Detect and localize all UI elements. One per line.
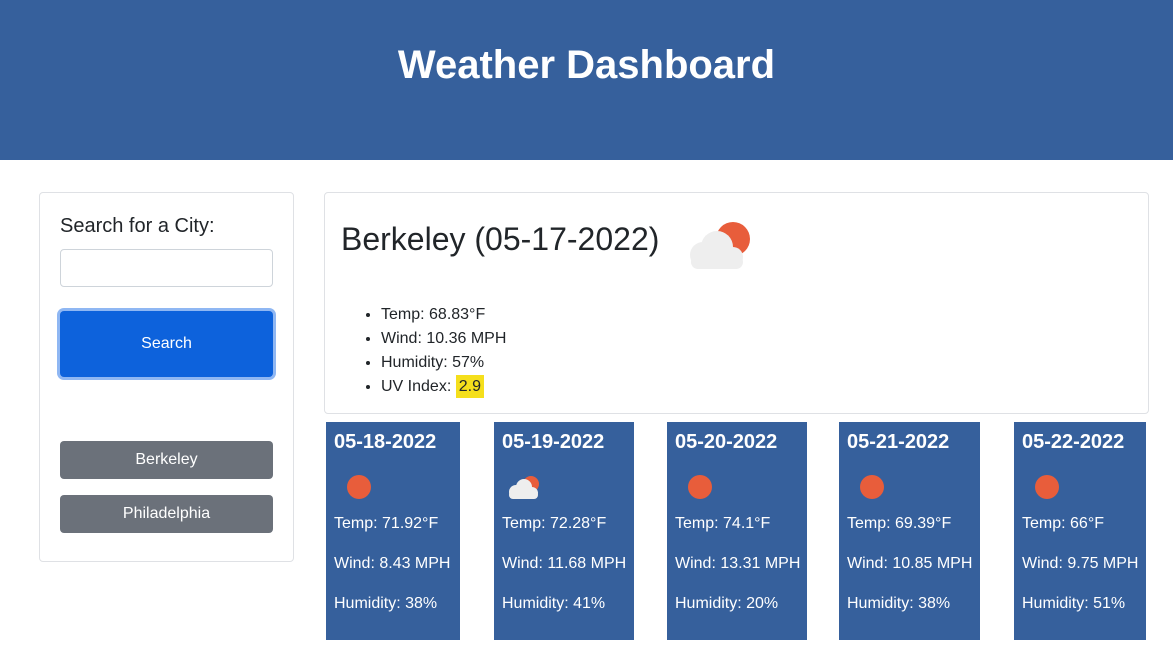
forecast-temp: Temp: 74.1°F — [675, 515, 771, 532]
sun-icon — [688, 475, 712, 499]
forecast-card: 05-18-2022 Temp: 71.92°F Wind: 8.43 MPH … — [326, 422, 460, 640]
forecast-temp: Temp: 69.39°F — [847, 515, 952, 532]
forecast-humidity: Humidity: 41% — [502, 595, 606, 612]
uv-label: UV Index: — [381, 378, 452, 395]
forecast-date: 05-18-2022 — [334, 431, 437, 453]
sun-icon — [860, 475, 884, 499]
current-humidity: Humidity: 57% — [381, 351, 506, 375]
forecast-wind: Wind: 9.75 MPH — [1022, 555, 1139, 572]
current-weather-card: Berkeley (05-17-2022) Temp: 68.83°F Wind… — [324, 192, 1149, 414]
search-panel: Search for a City: Search Berkeley Phila… — [39, 192, 294, 562]
forecast-temp: Temp: 71.92°F — [334, 515, 439, 532]
current-temp: Temp: 68.83°F — [381, 303, 506, 327]
sun-icon — [1035, 475, 1059, 499]
forecast-card: 05-22-2022 Temp: 66°F Wind: 9.75 MPH Hum… — [1014, 422, 1146, 640]
forecast-card: 05-19-2022 Temp: 72.28°F Wind: 11.68 MPH… — [494, 422, 634, 640]
uv-index-badge: 2.9 — [455, 375, 484, 398]
sun-icon — [347, 475, 371, 499]
forecast-date: 05-19-2022 — [502, 431, 605, 453]
forecast-wind: Wind: 10.85 MPH — [847, 555, 973, 572]
city-search-input[interactable] — [60, 249, 273, 287]
forecast-card: 05-20-2022 Temp: 74.1°F Wind: 13.31 MPH … — [667, 422, 807, 640]
search-button[interactable]: Search — [60, 311, 273, 377]
forecast-date: 05-20-2022 — [675, 431, 778, 453]
forecast-temp: Temp: 72.28°F — [502, 515, 607, 532]
current-uv: UV Index: 2.9 — [381, 375, 506, 399]
current-wind: Wind: 10.36 MPH — [381, 327, 506, 351]
page-title: Weather Dashboard — [397, 43, 776, 87]
current-city-title: Berkeley (05-17-2022) — [341, 221, 660, 257]
history-button-philadelphia[interactable]: Philadelphia — [60, 495, 273, 533]
forecast-date: 05-21-2022 — [847, 431, 950, 453]
forecast-wind: Wind: 13.31 MPH — [675, 555, 801, 572]
forecast-humidity: Humidity: 38% — [334, 595, 438, 612]
page-header: Weather Dashboard — [0, 0, 1173, 160]
forecast-humidity: Humidity: 20% — [675, 595, 779, 612]
forecast-date: 05-22-2022 — [1022, 431, 1125, 453]
forecast-humidity: Humidity: 51% — [1022, 595, 1126, 612]
forecast-temp: Temp: 66°F — [1022, 515, 1104, 532]
current-stats-list: Temp: 68.83°F Wind: 10.36 MPH Humidity: … — [381, 303, 506, 399]
partly-cloudy-icon — [509, 476, 539, 499]
search-label: Search for a City: — [60, 215, 215, 237]
history-button-berkeley[interactable]: Berkeley — [60, 441, 273, 479]
partly-cloudy-icon — [690, 222, 750, 269]
forecast-humidity: Humidity: 38% — [847, 595, 951, 612]
forecast-wind: Wind: 11.68 MPH — [502, 555, 627, 572]
forecast-wind: Wind: 8.43 MPH — [334, 555, 451, 572]
forecast-card: 05-21-2022 Temp: 69.39°F Wind: 10.85 MPH… — [839, 422, 980, 640]
